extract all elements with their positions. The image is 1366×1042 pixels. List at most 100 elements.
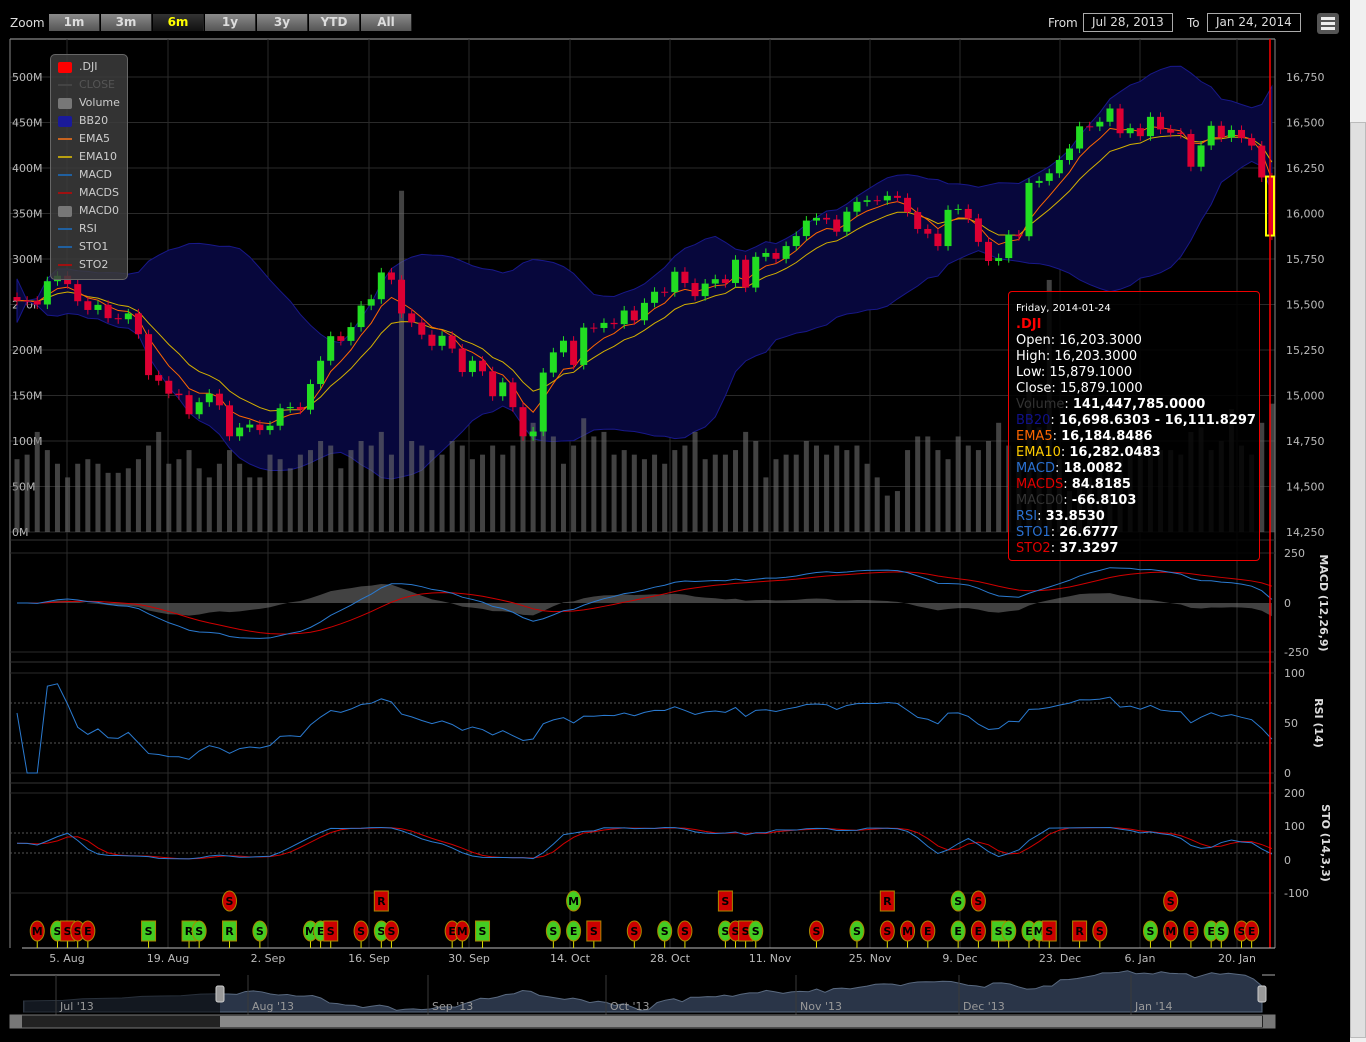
- signal-marker-m[interactable]: M: [454, 920, 470, 942]
- signal-marker-s[interactable]: S: [677, 920, 693, 942]
- signal-marker-s[interactable]: S: [717, 890, 733, 912]
- signal-marker-s[interactable]: S: [1142, 920, 1158, 942]
- scroll-left-arrow[interactable]: [10, 1015, 22, 1028]
- candle-body: [418, 322, 426, 335]
- candle-body: [23, 300, 31, 302]
- signal-marker-s[interactable]: S: [626, 920, 642, 942]
- signal-marker-e[interactable]: E: [566, 920, 582, 942]
- candle-body: [681, 271, 689, 284]
- page-scrollbar-thumb[interactable]: [1350, 122, 1366, 1038]
- signal-marker-s[interactable]: S: [1163, 890, 1179, 912]
- candle-body: [549, 352, 557, 373]
- sto-pane-title: STO (14,3,3): [1319, 804, 1332, 882]
- tooltip-row-ema5: EMA5: 16,184.8486: [1009, 429, 1259, 445]
- candle-body: [1227, 129, 1235, 138]
- legend-item-sto1[interactable]: STO1: [51, 238, 127, 256]
- legend-item-volume[interactable]: Volume: [51, 94, 127, 112]
- signal-marker-e[interactable]: E: [80, 920, 96, 942]
- signal-marker-s[interactable]: S: [748, 920, 764, 942]
- legend-item-macd0[interactable]: MACD0: [51, 202, 127, 220]
- legend-item-bb20[interactable]: BB20: [51, 112, 127, 130]
- candle-body: [570, 340, 578, 365]
- legend-item-macds[interactable]: MACDS: [51, 184, 127, 202]
- signal-marker-s[interactable]: S: [191, 920, 207, 942]
- candle-body: [215, 393, 223, 406]
- signal-marker-s[interactable]: S: [222, 890, 238, 912]
- signal-marker-s[interactable]: S: [141, 920, 157, 942]
- volume-bar: [449, 441, 455, 532]
- navigator-scrollbar-thumb[interactable]: [220, 1016, 1262, 1027]
- signal-marker-s[interactable]: S: [586, 920, 602, 942]
- volume-tick-label: 200M: [12, 344, 43, 357]
- tooltip-row-close: Close: 15,879.1000: [1009, 381, 1259, 397]
- legend-item-close[interactable]: CLOSE: [51, 76, 127, 94]
- rsi-tick-label: 100: [1284, 667, 1305, 680]
- signal-marker-m[interactable]: M: [900, 920, 916, 942]
- signal-marker-m[interactable]: M: [29, 920, 45, 942]
- signal-letter: M: [32, 925, 43, 938]
- signal-marker-e[interactable]: E: [950, 920, 966, 942]
- legend-item-sto2[interactable]: STO2: [51, 256, 127, 274]
- signal-marker-s[interactable]: S: [475, 920, 491, 942]
- signal-marker-s[interactable]: S: [1092, 920, 1108, 942]
- legend-label: CLOSE: [79, 78, 116, 91]
- navigator-label: Nov '13: [800, 1000, 842, 1013]
- tooltip-value: 16,203.3000: [1059, 333, 1142, 348]
- signal-marker-e[interactable]: E: [1244, 920, 1260, 942]
- signal-marker-s[interactable]: S: [879, 920, 895, 942]
- legend-item-ema5[interactable]: EMA5: [51, 130, 127, 148]
- signal-marker-s[interactable]: S: [252, 920, 268, 942]
- candle-body: [529, 431, 537, 437]
- signal-marker-s[interactable]: S: [849, 920, 865, 942]
- tooltip-label: EMA10: [1016, 445, 1061, 460]
- signal-marker-s[interactable]: S: [353, 920, 369, 942]
- candle-body: [398, 279, 406, 314]
- signal-letter: S: [954, 895, 962, 908]
- legend-item-rsi[interactable]: RSI: [51, 220, 127, 238]
- signal-letter: S: [327, 925, 335, 938]
- signal-letter: E: [1187, 925, 1195, 938]
- volume-bar: [925, 436, 931, 532]
- candle-body: [155, 375, 163, 381]
- navigator-right-handle[interactable]: [1257, 985, 1267, 1003]
- signal-marker-s[interactable]: S: [1041, 920, 1057, 942]
- signal-marker-e[interactable]: E: [970, 920, 986, 942]
- tooltip-symbol: .DJI: [1016, 317, 1042, 332]
- signal-marker-s[interactable]: S: [323, 920, 339, 942]
- legend-symbol: [58, 228, 72, 230]
- signal-marker-s[interactable]: S: [383, 920, 399, 942]
- candle-body: [843, 211, 851, 232]
- tooltip-value: 33.8530: [1045, 509, 1105, 524]
- signal-marker-m[interactable]: M: [566, 890, 582, 912]
- signal-marker-s[interactable]: S: [808, 920, 824, 942]
- signal-marker-r[interactable]: R: [1072, 920, 1088, 942]
- signal-marker-s[interactable]: S: [950, 890, 966, 912]
- tooltip-row-ema10: EMA10: 16,282.0483: [1009, 445, 1259, 461]
- legend-item-dji[interactable]: .DJI: [51, 58, 127, 76]
- signal-marker-e[interactable]: E: [1183, 920, 1199, 942]
- candle-body: [559, 340, 567, 353]
- navigator-left-handle[interactable]: [215, 985, 225, 1003]
- legend-item-ema10[interactable]: EMA10: [51, 148, 127, 166]
- volume-bar: [702, 459, 708, 532]
- signal-marker-s[interactable]: S: [657, 920, 673, 942]
- signal-marker-r[interactable]: R: [222, 920, 238, 942]
- legend-item-macd[interactable]: MACD: [51, 166, 127, 184]
- signal-marker-s[interactable]: S: [970, 890, 986, 912]
- signal-marker-s[interactable]: S: [1213, 920, 1229, 942]
- signal-marker-m[interactable]: M: [1163, 920, 1179, 942]
- candle-body: [296, 406, 304, 410]
- signal-letter: R: [377, 895, 386, 908]
- page-scrollbar[interactable]: [1350, 0, 1366, 1042]
- scroll-right-arrow[interactable]: [1263, 1015, 1275, 1028]
- tooltip-label: Volume: [1016, 397, 1065, 412]
- volume-bar: [500, 454, 506, 532]
- signal-marker-e[interactable]: E: [920, 920, 936, 942]
- signal-marker-s[interactable]: S: [1001, 920, 1017, 942]
- legend-symbol: [58, 98, 72, 109]
- signal-marker-r[interactable]: R: [373, 890, 389, 912]
- tooltip-label: Open: [1016, 333, 1051, 348]
- signal-marker-s[interactable]: S: [545, 920, 561, 942]
- signal-marker-r[interactable]: R: [879, 890, 895, 912]
- x-tick-label: 28. Oct: [650, 952, 691, 965]
